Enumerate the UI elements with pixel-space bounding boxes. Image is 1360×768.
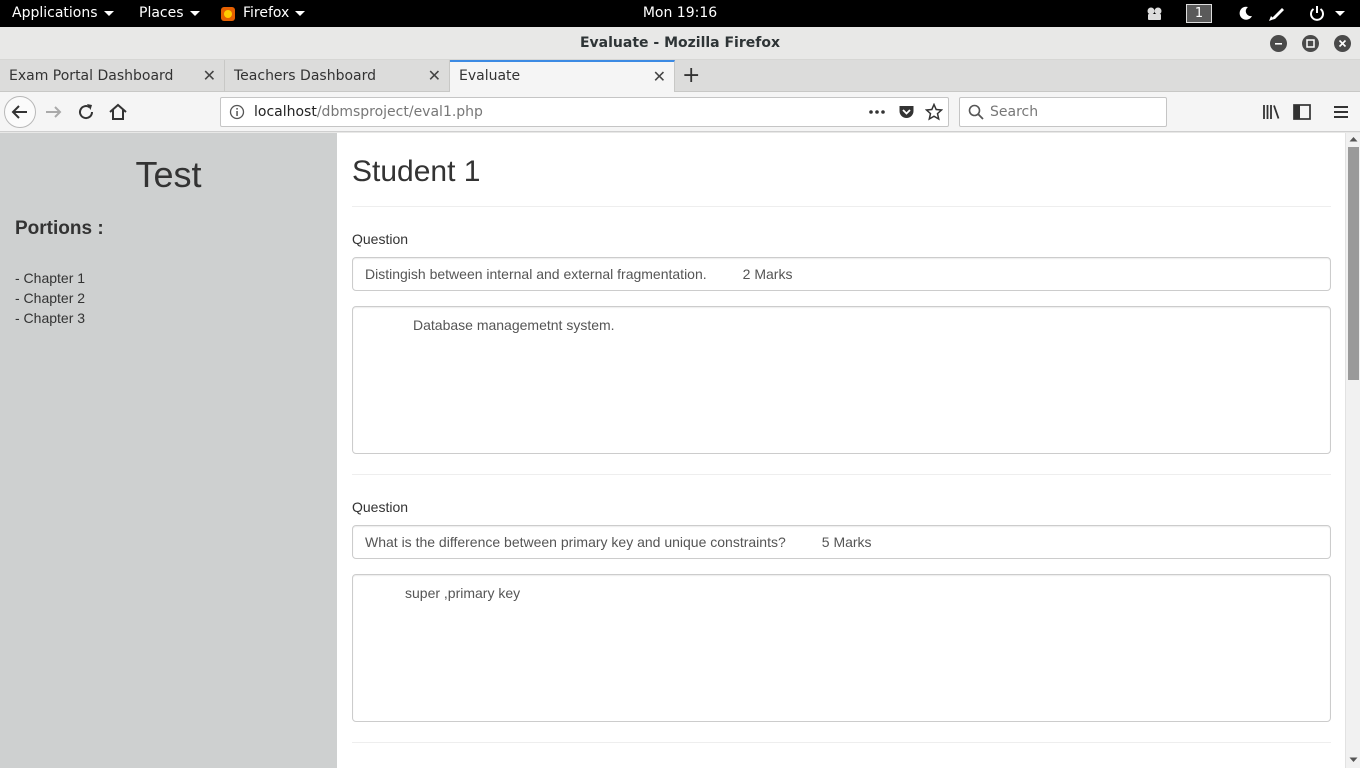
url-text[interactable]: localhost/dbmsproject/eval1.php bbox=[254, 98, 483, 126]
scrollbar-thumb[interactable] bbox=[1348, 147, 1359, 380]
minimize-button[interactable] bbox=[1270, 35, 1287, 52]
url-bar[interactable]: localhost/dbmsproject/eval1.php bbox=[220, 97, 949, 127]
minimize-icon bbox=[1275, 43, 1282, 45]
tab-evaluate[interactable]: Evaluate ✕ bbox=[450, 60, 675, 92]
question-field: Distingish between internal and external… bbox=[352, 257, 1331, 291]
library-icon[interactable] bbox=[1259, 100, 1283, 124]
hamburger-menu-icon[interactable] bbox=[1329, 100, 1353, 124]
pen-tool-icon[interactable] bbox=[1268, 5, 1286, 22]
portions-heading: Portions : bbox=[15, 218, 104, 239]
maximize-icon bbox=[1306, 39, 1315, 48]
info-icon[interactable] bbox=[229, 104, 245, 120]
places-menu[interactable]: Places bbox=[139, 0, 200, 27]
firefox-app-label: Firefox bbox=[243, 5, 290, 21]
tab-label: Exam Portal Dashboard bbox=[9, 68, 174, 84]
search-bar[interactable] bbox=[959, 97, 1167, 127]
page-actions-icon[interactable] bbox=[868, 105, 886, 119]
close-icon[interactable]: ✕ bbox=[203, 60, 216, 92]
search-icon bbox=[968, 104, 984, 120]
power-icon bbox=[1310, 6, 1324, 21]
night-light-icon[interactable] bbox=[1238, 5, 1254, 21]
reload-icon[interactable] bbox=[74, 100, 98, 124]
close-icon[interactable]: ✕ bbox=[428, 60, 441, 92]
test-title: Test bbox=[135, 154, 202, 195]
sidebar-toggle-icon[interactable] bbox=[1290, 100, 1314, 124]
chevron-down-icon bbox=[103, 11, 114, 16]
question-field: What is the difference between primary k… bbox=[352, 525, 1331, 559]
workspace-indicator[interactable]: 1 bbox=[1186, 4, 1212, 23]
answer-textarea[interactable]: Database managemetnt system. bbox=[352, 306, 1331, 454]
firefox-app-menu[interactable]: Firefox bbox=[221, 0, 306, 27]
places-menu-label: Places bbox=[139, 5, 184, 21]
chevron-down-icon bbox=[189, 11, 200, 16]
chevron-down-icon bbox=[1335, 11, 1345, 16]
chapter-item: - Chapter 1 bbox=[15, 270, 86, 286]
question-label: Question bbox=[352, 499, 409, 515]
window-titlebar[interactable]: Evaluate - Mozilla Firefox bbox=[0, 27, 1360, 60]
question-text: Distingish between internal and external… bbox=[365, 266, 707, 282]
page-scrollbar[interactable] bbox=[1345, 133, 1360, 768]
close-icon[interactable]: ✕ bbox=[653, 62, 666, 91]
chapter-item: - Chapter 2 bbox=[15, 290, 86, 306]
chapter-list: - Chapter 1 - Chapter 2 - Chapter 3 bbox=[15, 268, 85, 328]
student-heading: Student 1 bbox=[352, 155, 481, 188]
pocket-icon[interactable] bbox=[898, 104, 915, 120]
answer-textarea[interactable]: super ,primary key bbox=[352, 574, 1331, 722]
navigation-toolbar: localhost/dbmsproject/eval1.php bbox=[0, 92, 1360, 132]
applications-menu[interactable]: Applications bbox=[12, 0, 114, 27]
firefox-icon bbox=[221, 6, 235, 21]
tab-teachers-dashboard[interactable]: Teachers Dashboard ✕ bbox=[225, 60, 450, 92]
system-menu[interactable] bbox=[1308, 0, 1348, 27]
screenshot-tool-icon[interactable] bbox=[1146, 6, 1163, 21]
chevron-down-icon bbox=[295, 11, 306, 16]
new-tab-button[interactable]: + bbox=[682, 60, 700, 92]
url-host: localhost bbox=[254, 104, 317, 120]
back-arrow-icon bbox=[11, 105, 27, 119]
bookmark-star-icon[interactable] bbox=[925, 103, 943, 121]
divider bbox=[352, 474, 1331, 475]
divider bbox=[352, 206, 1331, 207]
divider bbox=[352, 742, 1331, 743]
url-path: /dbmsproject/eval1.php bbox=[316, 104, 483, 120]
test-sidebar: Test Portions : - Chapter 1 - Chapter 2 … bbox=[0, 133, 337, 768]
home-icon[interactable] bbox=[106, 100, 130, 124]
search-input[interactable] bbox=[990, 102, 1160, 122]
forward-arrow-icon[interactable] bbox=[42, 100, 66, 124]
question-marks: 2 Marks bbox=[742, 266, 793, 282]
close-icon bbox=[1338, 39, 1347, 48]
scroll-up-arrow-icon[interactable] bbox=[1349, 136, 1358, 142]
maximize-button[interactable] bbox=[1302, 35, 1319, 52]
back-button[interactable] bbox=[4, 96, 36, 128]
tab-exam-portal-dashboard[interactable]: Exam Portal Dashboard ✕ bbox=[0, 60, 225, 92]
page-content: Test Portions : - Chapter 1 - Chapter 2 … bbox=[0, 133, 1360, 768]
chapter-item: - Chapter 3 bbox=[15, 310, 86, 326]
close-window-button[interactable] bbox=[1334, 35, 1351, 52]
gnome-top-bar: Applications Places Firefox Mon 19:16 1 bbox=[0, 0, 1360, 27]
scroll-down-arrow-icon[interactable] bbox=[1349, 757, 1358, 763]
question-label: Question bbox=[352, 231, 409, 247]
tab-label: Teachers Dashboard bbox=[234, 68, 377, 84]
tab-strip: Exam Portal Dashboard ✕ Teachers Dashboa… bbox=[0, 60, 1360, 92]
question-text: What is the difference between primary k… bbox=[365, 534, 786, 550]
tab-label: Evaluate bbox=[459, 68, 521, 84]
window-title: Evaluate - Mozilla Firefox bbox=[579, 35, 780, 51]
question-marks: 5 Marks bbox=[821, 534, 872, 550]
evaluation-main: Student 1 Question Distingish between in… bbox=[352, 133, 1331, 768]
applications-menu-label: Applications bbox=[12, 5, 98, 21]
